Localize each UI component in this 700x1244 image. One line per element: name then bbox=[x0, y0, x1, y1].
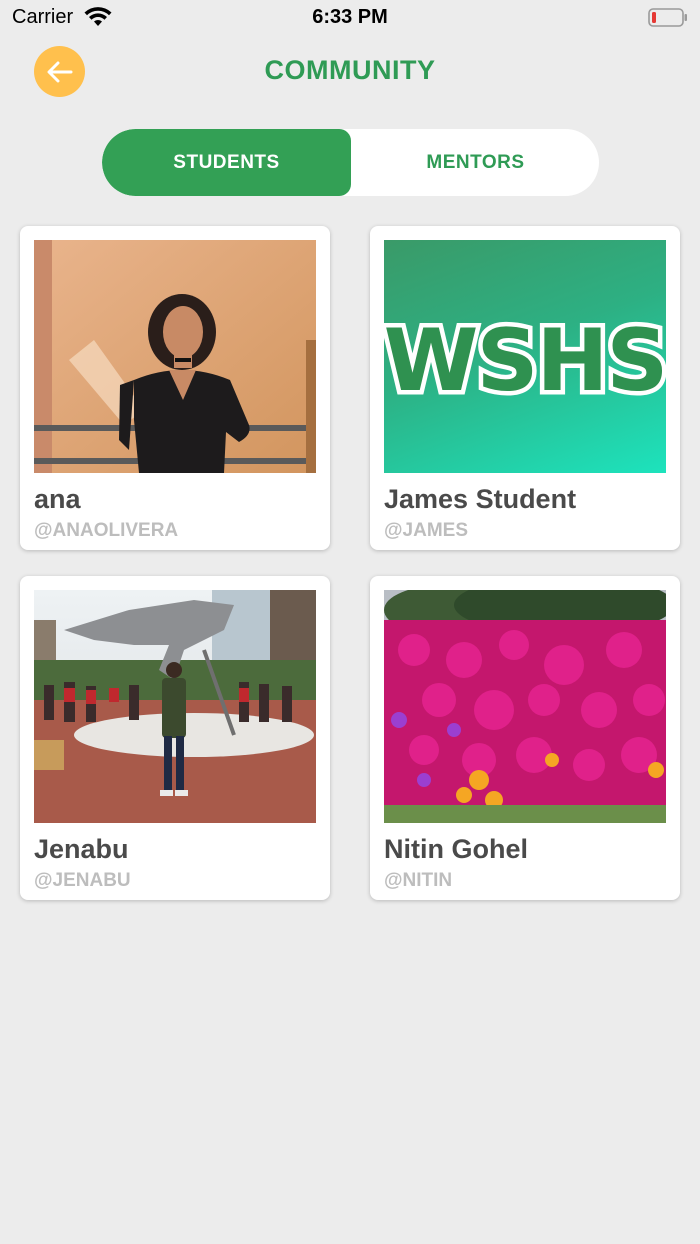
wshs-logo: WSHS bbox=[384, 307, 666, 416]
battery-icon bbox=[648, 8, 687, 27]
member-handle: @ANAOLIVERA bbox=[34, 520, 179, 541]
member-card[interactable]: ana @ANAOLIVERA bbox=[20, 226, 330, 550]
tab-students[interactable]: STUDENTS bbox=[102, 129, 351, 196]
member-name: Jenabu bbox=[34, 834, 129, 864]
member-name: James Student bbox=[384, 484, 577, 514]
member-card[interactable]: Nitin Gohel @NITIN bbox=[370, 576, 680, 900]
member-photo: WSHS bbox=[384, 240, 666, 473]
svg-text:WSHS: WSHS bbox=[384, 311, 666, 411]
clock: 6:33 PM bbox=[312, 6, 388, 28]
member-name: ana bbox=[34, 484, 81, 514]
member-card[interactable]: WSHS James Student @JAMES bbox=[370, 226, 680, 550]
member-photo bbox=[34, 590, 316, 823]
status-bar: Carrier 6:33 PM bbox=[0, 0, 700, 36]
tab-mentors[interactable]: MENTORS bbox=[351, 129, 599, 196]
member-photo bbox=[384, 590, 666, 823]
member-name: Nitin Gohel bbox=[384, 834, 528, 864]
member-photo bbox=[34, 240, 316, 473]
member-handle: @JENABU bbox=[34, 870, 131, 891]
member-handle: @JAMES bbox=[384, 520, 468, 541]
segmented-control: STUDENTS MENTORS bbox=[102, 129, 599, 196]
member-handle: @NITIN bbox=[384, 870, 453, 891]
member-card[interactable]: Jenabu @JENABU bbox=[20, 576, 330, 900]
page-title: COMMUNITY bbox=[264, 55, 436, 85]
